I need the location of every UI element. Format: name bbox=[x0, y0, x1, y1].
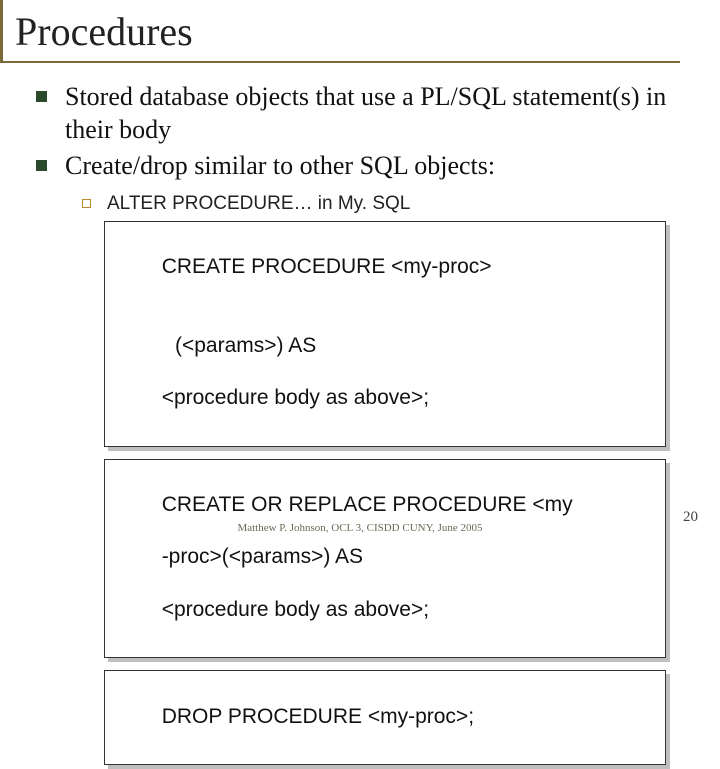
sub-bullet-text: ALTER PROCEDURE… in My. SQL bbox=[107, 193, 410, 215]
code-line: <procedure body as above>; bbox=[162, 386, 429, 409]
sub-bullet-item: ALTER PROCEDURE… in My. SQL bbox=[82, 193, 680, 215]
square-bullet-icon bbox=[36, 160, 47, 171]
code-box: CREATE OR REPLACE PROCEDURE <my -proc>(<… bbox=[108, 463, 670, 663]
code-line: (<params>) AS bbox=[115, 333, 655, 359]
code-column: CREATE PROCEDURE <my-proc> (<params>) AS… bbox=[108, 225, 670, 769]
bullet-item: Stored database objects that use a PL/SQ… bbox=[36, 81, 680, 146]
footer-text: Matthew P. Johnson, OCL 3, CISDD CUNY, J… bbox=[0, 522, 720, 534]
code-line: CREATE PROCEDURE <my-proc> bbox=[162, 255, 492, 278]
code-line: <procedure body as above>; bbox=[162, 598, 429, 621]
page-number: 20 bbox=[683, 509, 698, 526]
slide-title: Procedures bbox=[15, 8, 680, 55]
code-line: CREATE OR REPLACE PROCEDURE <my bbox=[162, 493, 573, 516]
title-bar: Procedures bbox=[0, 0, 680, 63]
bullet-item: Create/drop similar to other SQL objects… bbox=[36, 150, 680, 183]
code-line: DROP PROCEDURE <my-proc>; bbox=[162, 705, 474, 728]
bullet-text: Create/drop similar to other SQL objects… bbox=[65, 150, 495, 183]
open-square-bullet-icon bbox=[82, 199, 91, 208]
bullet-text: Stored database objects that use a PL/SQ… bbox=[65, 81, 680, 146]
square-bullet-icon bbox=[36, 91, 47, 102]
code-box: CREATE PROCEDURE <my-proc> (<params>) AS… bbox=[108, 225, 670, 451]
code-line: -proc>(<params>) AS bbox=[162, 545, 363, 568]
content-area: Stored database objects that use a PL/SQ… bbox=[0, 63, 720, 769]
code-box: DROP PROCEDURE <my-proc>; bbox=[108, 674, 670, 769]
